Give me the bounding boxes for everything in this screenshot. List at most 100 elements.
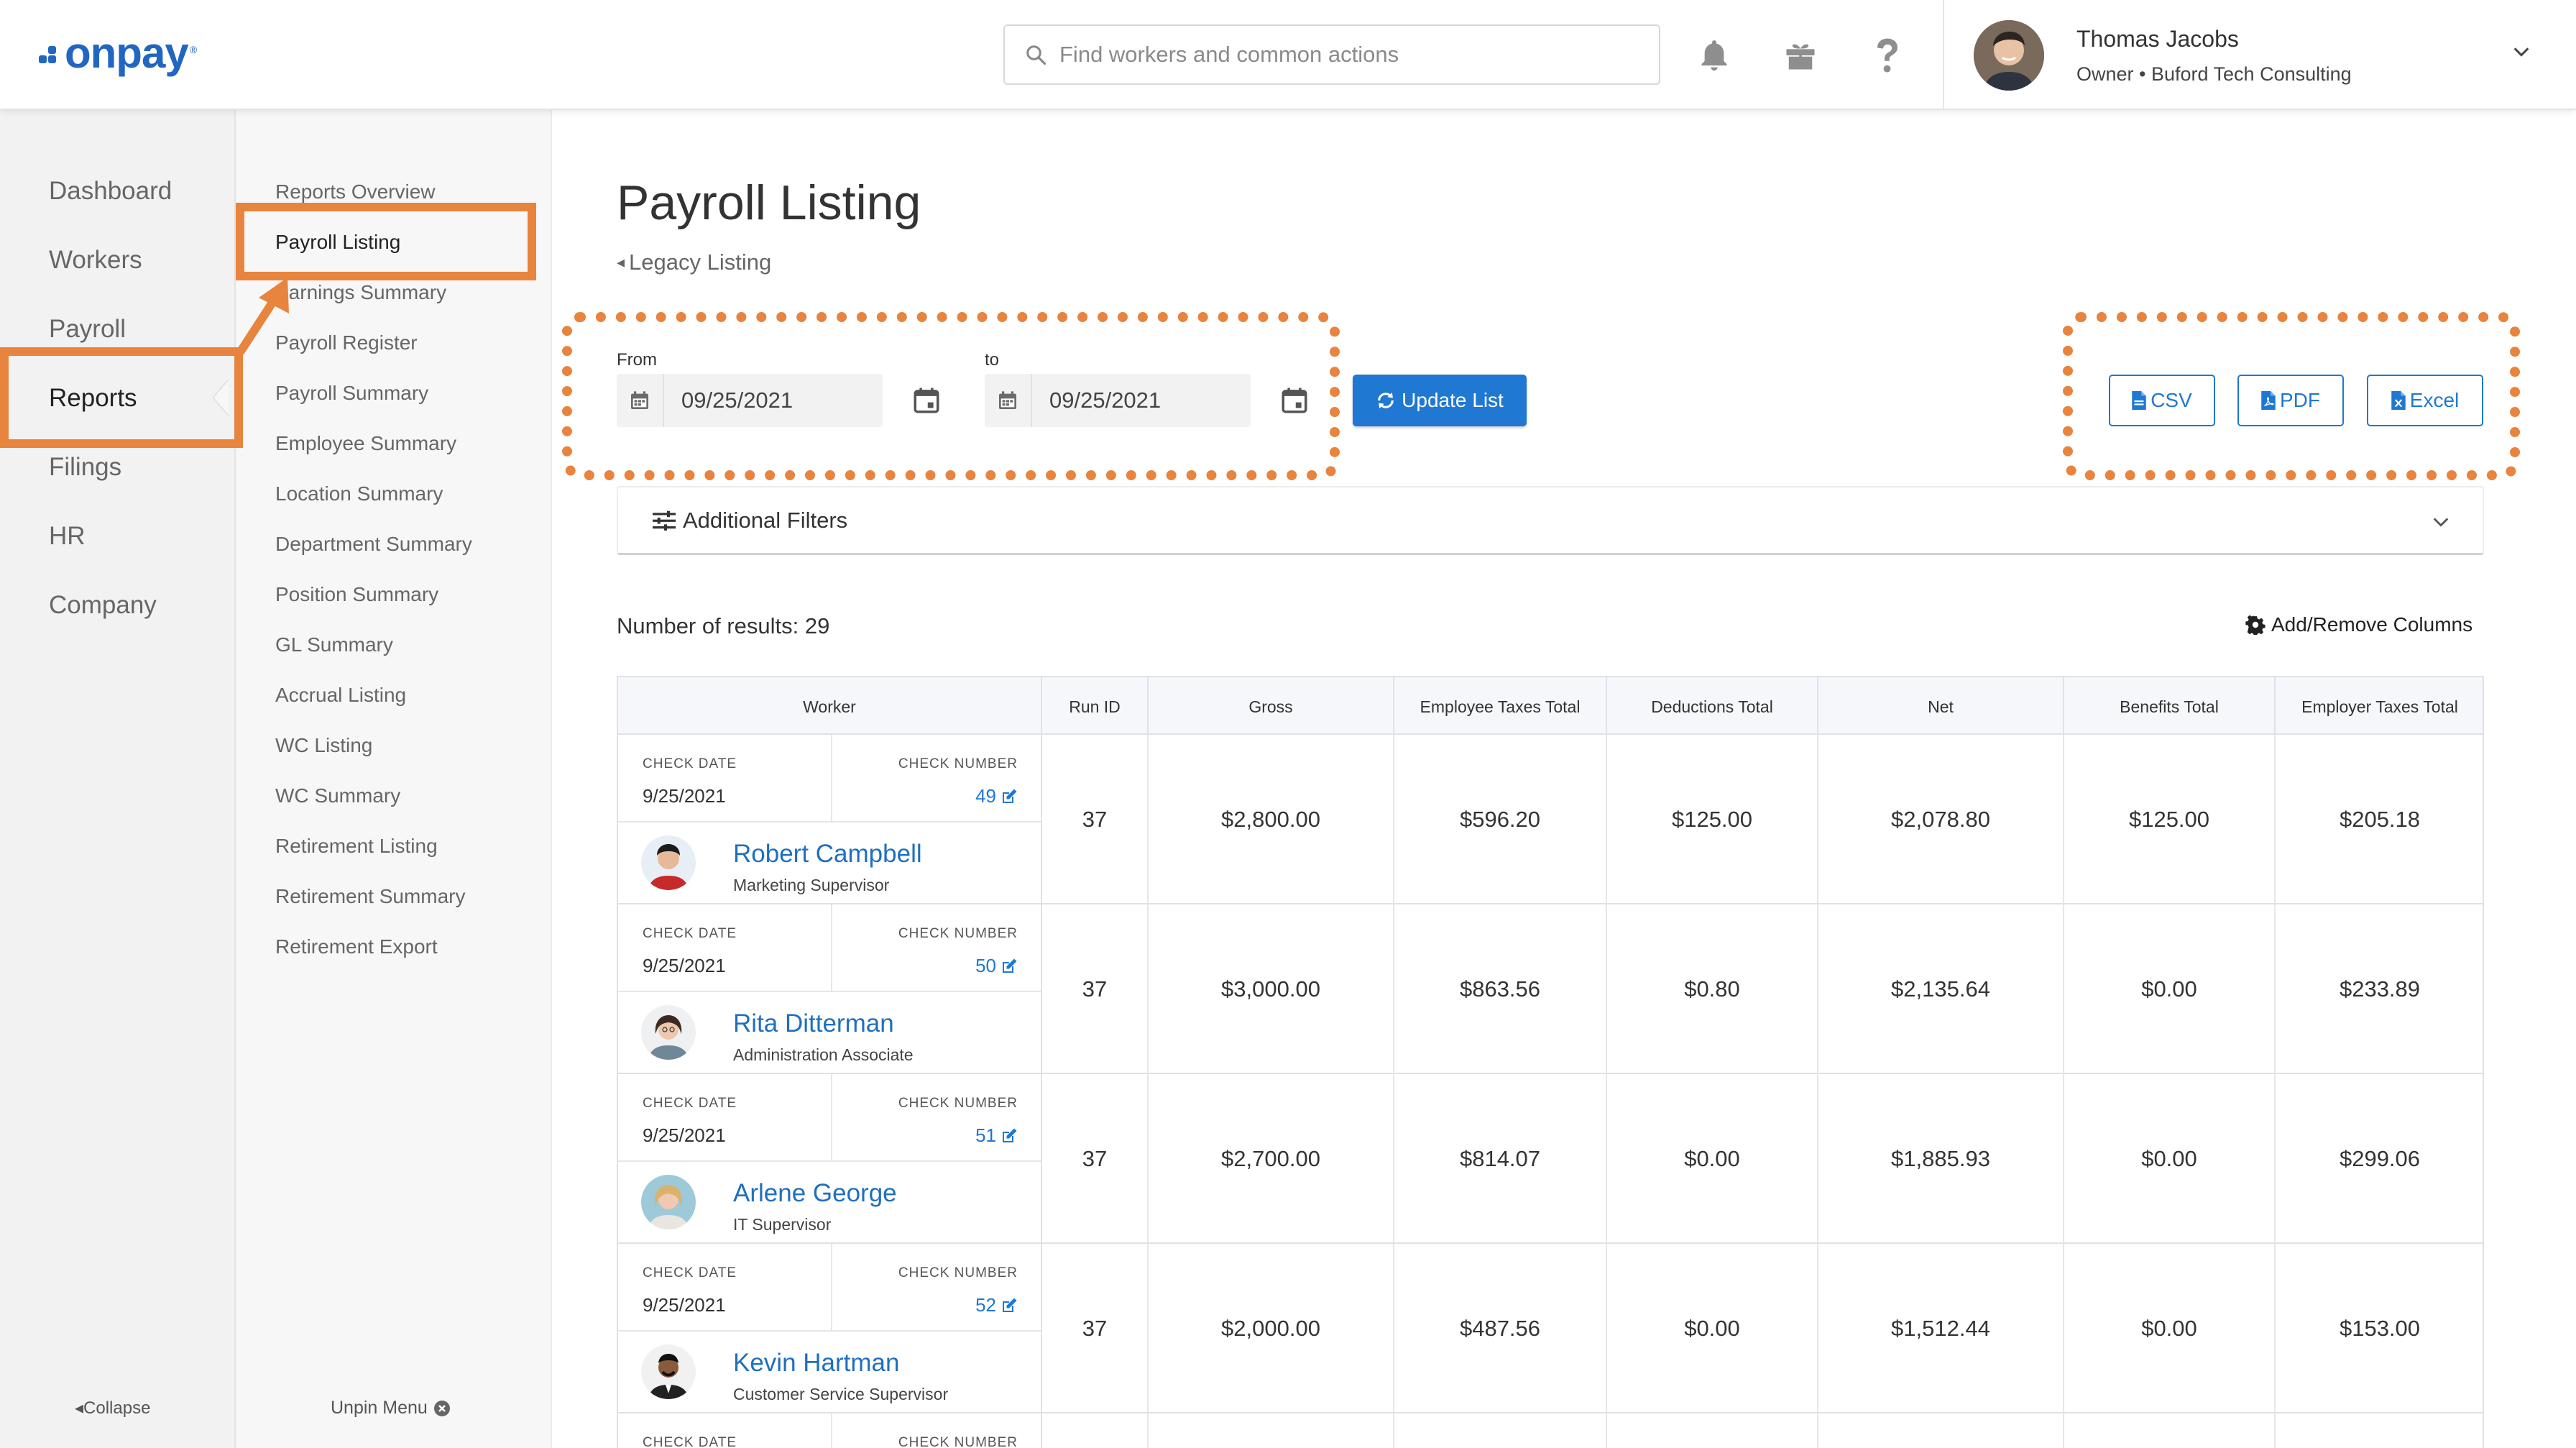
user-avatar[interactable] bbox=[1974, 20, 2044, 91]
additional-filters-panel[interactable]: Additional Filters bbox=[617, 486, 2484, 555]
csv-export-button[interactable]: CSV bbox=[2109, 375, 2215, 426]
nav-item-workers[interactable]: Workers bbox=[49, 246, 142, 275]
edit-icon bbox=[1003, 1128, 1017, 1142]
column-header-run-id[interactable]: Run ID bbox=[1042, 677, 1149, 736]
chevron-down-icon[interactable] bbox=[2431, 512, 2451, 536]
column-header-worker[interactable]: Worker bbox=[618, 677, 1042, 736]
employee-taxes-cell: $487.56 bbox=[1394, 1244, 1607, 1413]
from-label: From bbox=[617, 350, 657, 370]
check-info: CHECK DATE CHECK NUMBER 9/25/2021 49 bbox=[618, 735, 1041, 822]
column-header-deductions[interactable]: Deductions Total bbox=[1607, 677, 1818, 736]
pdf-export-button[interactable]: PDF bbox=[2237, 375, 2344, 426]
submenu-item-reports-overview[interactable]: Reports Overview bbox=[275, 180, 436, 203]
to-calendar-picker-icon[interactable] bbox=[1279, 385, 1310, 419]
column-header-benefits[interactable]: Benefits Total bbox=[2064, 677, 2276, 736]
check-date: 9/25/2021 bbox=[643, 1124, 726, 1146]
unpin-menu-label: Unpin Menu bbox=[331, 1398, 428, 1418]
employee-taxes-cell: $863.56 bbox=[1394, 904, 1607, 1074]
check-date: 9/25/2021 bbox=[643, 785, 726, 807]
table-row[interactable]: CHECK DATE CHECK NUMBER 9/25/2021 50 Rit… bbox=[617, 904, 2484, 1074]
submenu-item-accrual-listing[interactable]: Accrual Listing bbox=[275, 684, 406, 707]
submenu-item-location-summary[interactable]: Location Summary bbox=[275, 482, 443, 505]
update-list-button[interactable]: Update List bbox=[1353, 375, 1527, 426]
collapse-button[interactable]: ◂Collapse bbox=[75, 1398, 150, 1419]
top-bar: onpay ® Thomas Jacobs Owner • Buford Tec… bbox=[0, 0, 2576, 110]
from-date-field[interactable] bbox=[617, 374, 883, 427]
submenu-item-gl-summary[interactable]: GL Summary bbox=[275, 633, 393, 656]
benefits-cell bbox=[2064, 1413, 2276, 1448]
user-name[interactable]: Thomas Jacobs bbox=[2076, 26, 2239, 52]
reports-highlight-box bbox=[0, 347, 243, 448]
submenu-item-department-summary[interactable]: Department Summary bbox=[275, 533, 472, 556]
worker-name-link[interactable]: Kevin Hartman bbox=[733, 1349, 899, 1378]
check-number-link[interactable]: 49 bbox=[975, 785, 1018, 807]
gift-icon[interactable] bbox=[1775, 30, 1826, 81]
from-calendar-picker-icon[interactable] bbox=[911, 385, 942, 419]
submenu-item-employee-summary[interactable]: Employee Summary bbox=[275, 432, 456, 455]
nav-item-payroll[interactable]: Payroll bbox=[49, 315, 126, 344]
edit-icon bbox=[1003, 1298, 1017, 1312]
employee-taxes-cell: $814.07 bbox=[1394, 1074, 1607, 1244]
employer-taxes-cell: $299.06 bbox=[2339, 1146, 2421, 1171]
page-title: Payroll Listing bbox=[617, 175, 921, 230]
results-count: Number of results: 29 bbox=[617, 613, 830, 638]
column-header-gross[interactable]: Gross bbox=[1149, 677, 1394, 736]
from-date-input[interactable] bbox=[681, 388, 868, 413]
check-number-link[interactable]: 51 bbox=[975, 1124, 1018, 1147]
to-date-field[interactable] bbox=[985, 374, 1251, 427]
submenu-item-earnings-summary[interactable]: Earnings Summary bbox=[275, 281, 446, 304]
column-header-employer-taxes[interactable]: Employer Taxes Total bbox=[2276, 677, 2484, 736]
additional-filters-toggle[interactable]: Additional Filters bbox=[653, 508, 847, 533]
submenu-item-retirement-listing[interactable]: Retirement Listing bbox=[275, 835, 438, 858]
add-remove-columns-button[interactable]: Add/Remove Columns bbox=[2245, 613, 2472, 636]
nav-item-filings[interactable]: Filings bbox=[49, 453, 121, 482]
submenu-item-wc-listing[interactable]: WC Listing bbox=[275, 734, 372, 757]
submenu-item-retirement-summary[interactable]: Retirement Summary bbox=[275, 885, 466, 908]
table-row[interactable]: CHECK DATE CHECK NUMBER 9/25/2021 52 Kev… bbox=[617, 1244, 2484, 1413]
check-number: 50 bbox=[975, 955, 996, 976]
header-divider bbox=[1943, 0, 1944, 110]
annotation-arrow-icon bbox=[236, 278, 289, 355]
submenu-item-payroll-register[interactable]: Payroll Register bbox=[275, 331, 418, 354]
table-row[interactable]: CHECK DATE CHECK NUMBER 9/25/2021 51 Arl… bbox=[617, 1074, 2484, 1244]
worker-name-link[interactable]: Rita Ditterman bbox=[733, 1009, 894, 1038]
benefits-cell: $0.00 bbox=[2064, 1074, 2276, 1244]
gross-cell: $2,700.00 bbox=[1149, 1074, 1394, 1244]
column-header-net[interactable]: Net bbox=[1818, 677, 2064, 736]
search-bar[interactable] bbox=[1003, 24, 1660, 85]
table-row[interactable]: CHECK DATE CHECK NUMBER 9/25/2021 49 Rob… bbox=[617, 735, 2484, 904]
check-number-link[interactable]: 50 bbox=[975, 955, 1018, 977]
check-number-link[interactable]: 52 bbox=[975, 1294, 1018, 1316]
chevron-down-icon[interactable] bbox=[2511, 42, 2531, 65]
nav-item-company[interactable]: Company bbox=[49, 591, 157, 620]
help-icon[interactable] bbox=[1862, 30, 1913, 81]
excel-export-button[interactable]: Excel bbox=[2367, 375, 2483, 426]
submenu-item-retirement-export[interactable]: Retirement Export bbox=[275, 935, 438, 958]
onpay-logo[interactable]: onpay ® bbox=[39, 27, 197, 78]
worker-title: Marketing Supervisor bbox=[733, 876, 890, 894]
legacy-listing-link[interactable]: ◂ Legacy Listing bbox=[617, 249, 771, 275]
unpin-menu-button[interactable]: Unpin Menu bbox=[331, 1398, 451, 1419]
submenu-item-payroll-summary[interactable]: Payroll Summary bbox=[275, 382, 428, 405]
csv-label: CSV bbox=[2150, 389, 2192, 411]
table-row[interactable]: CHECK DATE CHECK NUMBER bbox=[617, 1413, 2484, 1448]
calendar-icon bbox=[617, 374, 664, 427]
submenu-item-wc-summary[interactable]: WC Summary bbox=[275, 784, 400, 807]
worker-avatar bbox=[641, 1005, 696, 1060]
nav-item-dashboard[interactable]: Dashboard bbox=[49, 177, 172, 206]
add-remove-columns-label: Add/Remove Columns bbox=[2271, 613, 2473, 636]
bell-icon[interactable] bbox=[1689, 30, 1739, 81]
net-cell: $2,135.64 bbox=[1818, 904, 2064, 1074]
to-date-input[interactable] bbox=[1049, 388, 1236, 413]
column-header-employee-taxes[interactable]: Employee Taxes Total bbox=[1394, 677, 1607, 736]
check-number: 51 bbox=[975, 1124, 996, 1146]
sliders-icon bbox=[653, 510, 676, 531]
worker-name-link[interactable]: Arlene George bbox=[733, 1179, 897, 1208]
check-number-label: CHECK NUMBER bbox=[898, 1096, 1018, 1111]
edit-icon bbox=[1003, 958, 1017, 973]
main-sidebar bbox=[0, 110, 236, 1448]
worker-name-link[interactable]: Robert Campbell bbox=[733, 840, 922, 869]
nav-item-hr[interactable]: HR bbox=[49, 522, 86, 551]
search-input[interactable] bbox=[1059, 42, 1634, 68]
submenu-item-position-summary[interactable]: Position Summary bbox=[275, 583, 438, 606]
